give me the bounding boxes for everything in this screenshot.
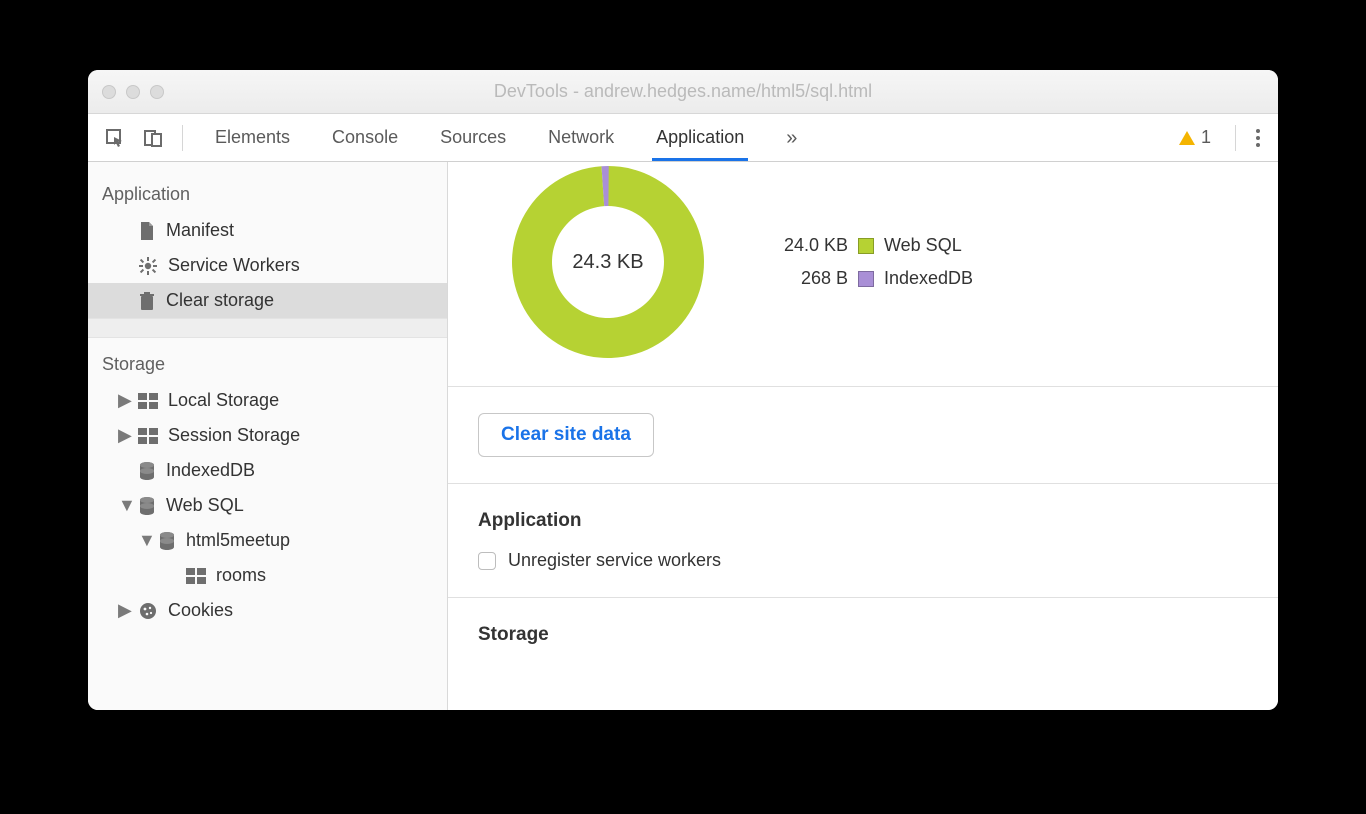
- legend-item-indexeddb: 268 B IndexedDB: [768, 268, 973, 289]
- sidebar-item-label: rooms: [216, 565, 266, 586]
- table-icon: [186, 568, 206, 584]
- tab-elements[interactable]: Elements: [211, 115, 294, 161]
- tab-sources[interactable]: Sources: [436, 115, 510, 161]
- device-toolbar-icon[interactable]: [140, 125, 166, 151]
- sidebar-item-cookies[interactable]: ▶ Cookies: [88, 593, 447, 628]
- sidebar-item-websql-table[interactable]: rooms: [88, 558, 447, 593]
- sidebar-item-web-sql[interactable]: ▼ Web SQL: [88, 488, 447, 523]
- checkbox-label: Unregister service workers: [508, 550, 721, 571]
- sidebar-item-label: Clear storage: [166, 290, 274, 311]
- legend-swatch: [858, 271, 874, 287]
- warning-count: 1: [1201, 127, 1211, 148]
- sidebar-item-label: Cookies: [168, 600, 233, 621]
- sidebar-item-label: Manifest: [166, 220, 234, 241]
- panel-tabs: Elements Console Sources Network Applica…: [211, 115, 801, 161]
- db-icon: [158, 531, 176, 551]
- sidebar-item-label: Session Storage: [168, 425, 300, 446]
- clear-site-data-section: Clear site data: [448, 386, 1278, 483]
- warnings-indicator[interactable]: 1: [1179, 127, 1211, 148]
- sidebar-item-label: Local Storage: [168, 390, 279, 411]
- section-title: Storage: [478, 624, 1278, 646]
- usage-donut: 24.3 KB: [508, 162, 708, 362]
- checkbox[interactable]: [478, 552, 496, 570]
- sidebar-item-label: html5meetup: [186, 530, 290, 551]
- more-menu-icon[interactable]: [1256, 129, 1260, 147]
- group-title-storage: Storage: [88, 338, 447, 383]
- legend-size: 24.0 KB: [768, 235, 848, 256]
- toolbar-separator: [1235, 125, 1236, 151]
- chevron-right-icon: ▶: [118, 425, 128, 446]
- legend-label: Web SQL: [884, 235, 962, 256]
- usage-legend: 24.0 KB Web SQL 268 B IndexedDB: [768, 235, 973, 289]
- gear-icon: [138, 256, 158, 276]
- sidebar-item-indexeddb[interactable]: IndexedDB: [88, 453, 447, 488]
- legend-size: 268 B: [768, 268, 848, 289]
- sidebar-item-service-workers[interactable]: Service Workers: [88, 248, 447, 283]
- db-icon: [138, 461, 156, 481]
- tabs-overflow-icon[interactable]: »: [782, 115, 801, 161]
- sidebar-item-label: Service Workers: [168, 255, 300, 276]
- table-icon: [138, 393, 158, 409]
- clear-storage-panel: 24.3 KB 24.0 KB Web SQL 268 B IndexedDB: [448, 162, 1278, 710]
- tab-console[interactable]: Console: [328, 115, 402, 161]
- legend-label: IndexedDB: [884, 268, 973, 289]
- tab-network[interactable]: Network: [544, 115, 618, 161]
- chevron-down-icon: ▼: [138, 530, 148, 551]
- legend-swatch: [858, 238, 874, 254]
- storage-section: Storage: [448, 597, 1278, 704]
- cookie-icon: [138, 601, 158, 621]
- panel-content: Application Manifest Service Workers: [88, 162, 1278, 710]
- tab-application[interactable]: Application: [652, 115, 748, 161]
- table-icon: [138, 428, 158, 444]
- toolbar-separator: [182, 125, 183, 151]
- sidebar-item-local-storage[interactable]: ▶ Local Storage: [88, 383, 447, 418]
- sidebar-item-websql-db[interactable]: ▼ html5meetup: [88, 523, 447, 558]
- trash-icon: [138, 291, 156, 311]
- warning-icon: [1179, 131, 1195, 145]
- devtools-toolbar: Elements Console Sources Network Applica…: [88, 114, 1278, 162]
- devtools-window: DevTools - andrew.hedges.name/html5/sql.…: [88, 70, 1278, 710]
- group-title-application: Application: [88, 168, 447, 213]
- inspect-element-icon[interactable]: [102, 125, 128, 151]
- application-section: Application Unregister service workers: [448, 483, 1278, 597]
- sidebar-item-manifest[interactable]: Manifest: [88, 213, 447, 248]
- sidebar-item-clear-storage[interactable]: Clear storage: [88, 283, 447, 318]
- titlebar: DevTools - andrew.hedges.name/html5/sql.…: [88, 70, 1278, 114]
- unregister-sw-row[interactable]: Unregister service workers: [478, 550, 1278, 571]
- usage-chart-row: 24.3 KB 24.0 KB Web SQL 268 B IndexedDB: [448, 162, 1278, 386]
- sidebar-item-label: Web SQL: [166, 495, 244, 516]
- chevron-right-icon: ▶: [118, 390, 128, 411]
- file-icon: [138, 221, 156, 241]
- sidebar-separator: [88, 318, 447, 338]
- window-title: DevTools - andrew.hedges.name/html5/sql.…: [88, 81, 1278, 102]
- legend-item-websql: 24.0 KB Web SQL: [768, 235, 973, 256]
- chevron-down-icon: ▼: [118, 495, 128, 516]
- application-sidebar: Application Manifest Service Workers: [88, 162, 448, 710]
- sidebar-item-session-storage[interactable]: ▶ Session Storage: [88, 418, 447, 453]
- usage-total-label: 24.3 KB: [508, 162, 708, 362]
- sidebar-item-label: IndexedDB: [166, 460, 255, 481]
- clear-site-data-button[interactable]: Clear site data: [478, 413, 654, 457]
- section-title: Application: [478, 510, 1278, 532]
- chevron-right-icon: ▶: [118, 600, 128, 621]
- db-icon: [138, 496, 156, 516]
